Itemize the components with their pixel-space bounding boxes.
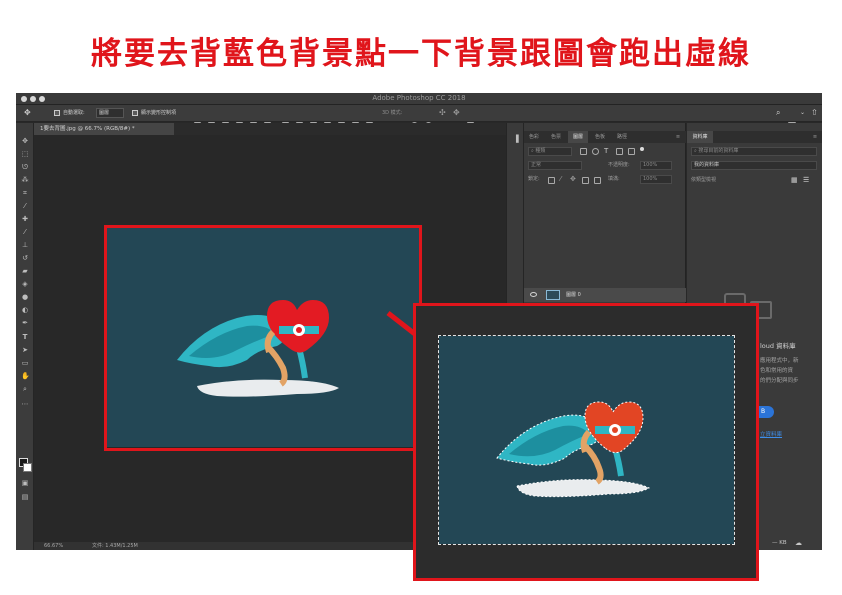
tab-color[interactable]: 色彩 <box>524 131 544 143</box>
filter-shape-icon[interactable] <box>616 148 623 155</box>
blur-tool-icon[interactable]: ● <box>21 293 29 301</box>
dodge-tool-icon[interactable]: ◐ <box>21 306 29 314</box>
screen-mode-icon[interactable]: ▤ <box>21 493 29 501</box>
history-brush-tool-icon[interactable]: ↺ <box>21 254 29 262</box>
opacity-label: 不透明度: <box>608 162 630 168</box>
grid-view-icon[interactable]: ▦ <box>791 175 798 185</box>
stamp-tool-icon[interactable]: ⊥ <box>21 241 29 249</box>
document-tab[interactable]: 1要去背圖.jpg @ 66.7% (RGB/8#) * <box>34 123 174 135</box>
tab-libraries[interactable]: 資料庫 <box>687 131 713 143</box>
lasso-tool-icon[interactable]: ᘎ <box>21 163 29 171</box>
selected-illustration <box>496 401 651 498</box>
eraser-tool-icon[interactable]: ▰ <box>21 267 29 275</box>
list-view-icon[interactable]: ☰ <box>803 175 809 185</box>
rectangle-tool-icon[interactable]: ▭ <box>21 359 29 367</box>
filter-type-icon[interactable]: T <box>604 146 608 156</box>
path-selection-tool-icon[interactable]: ➤ <box>21 346 29 354</box>
zoom-level[interactable]: 66.67% <box>44 542 63 550</box>
marquee-tool-icon[interactable]: ⬚ <box>21 150 29 158</box>
lock-all-icon[interactable] <box>594 177 601 184</box>
lock-image-icon[interactable]: ⁄ <box>560 174 561 184</box>
properties-panel-icon[interactable]: ▐ <box>512 135 520 143</box>
move-tool-icon[interactable]: ✥ <box>24 108 31 118</box>
lock-transparent-icon[interactable] <box>548 177 555 184</box>
transform-controls-checkbox[interactable] <box>132 110 138 116</box>
app-title: Adobe Photoshop CC 2018 <box>372 94 466 102</box>
crop-tool-icon[interactable]: ⌗ <box>21 189 29 197</box>
canvas-image-after-selection[interactable] <box>438 335 735 545</box>
panel-menu-icon[interactable]: ≡ <box>672 131 684 143</box>
layer-thumbnail <box>546 290 560 300</box>
library-size: — KB <box>772 540 787 546</box>
auto-select-checkbox[interactable] <box>54 110 60 116</box>
search-icon[interactable]: ⌕ <box>776 108 780 118</box>
fill-label: 填滿: <box>608 176 620 182</box>
brush-tool-icon[interactable]: ⁄ <box>21 228 29 236</box>
library-empty-line3: 的們分配與同步 <box>760 378 799 384</box>
library-select[interactable]: 我的資料庫 <box>691 161 817 170</box>
blend-mode-select[interactable]: 正常 <box>528 161 582 170</box>
chevron-down-icon[interactable]: ⌄ <box>800 108 805 118</box>
lock-label: 鎖定: <box>528 176 540 182</box>
headline-text: 將要去背藍色背景點一下背景跟圖會跑出虛線 <box>91 36 751 72</box>
mode-3d-label: 3D 模式: <box>382 110 403 116</box>
create-library-link[interactable]: 立資料庫 <box>760 430 782 438</box>
library-empty-line1: 應用程式中，新 <box>760 358 799 364</box>
cloud-status-icon: ☁ <box>795 539 802 547</box>
magic-wand-tool-icon[interactable]: ⁂ <box>21 176 29 184</box>
layer-name[interactable]: 圖層 0 <box>566 288 581 302</box>
library-empty-title: loud 資料庫 <box>760 342 796 350</box>
eyedropper-tool-icon[interactable]: ⁄ <box>21 202 29 210</box>
lock-position-icon[interactable]: ✥ <box>570 174 576 184</box>
tab-swatches[interactable]: 色票 <box>546 131 566 143</box>
transform-controls-label: 顯示變形控制項 <box>141 110 177 116</box>
more-tools-icon[interactable]: ⋯ <box>21 400 29 408</box>
lock-artboard-icon[interactable] <box>582 177 589 184</box>
tutorial-screenshot: 將要去背藍色背景點一下背景跟圖會跑出虛線 Adobe Photoshop CC … <box>0 0 842 595</box>
eye-icon[interactable] <box>530 292 537 297</box>
tab-paths[interactable]: 路徑 <box>612 131 632 143</box>
filter-toggle-icon[interactable] <box>640 147 644 151</box>
filter-kind-value: 種類 <box>535 148 546 154</box>
library-search-placeholder: 搜尋目前的資料庫 <box>698 148 739 154</box>
quick-mask-icon[interactable]: ▣ <box>21 479 29 487</box>
type-tool-icon[interactable]: T <box>21 333 29 341</box>
fill-input[interactable]: 100% <box>640 175 672 184</box>
document-tab-bar: 1要去背圖.jpg @ 66.7% (RGB/8#) * <box>34 123 518 135</box>
library-search-input[interactable]: ⌕ 搜尋目前的資料庫 <box>691 147 817 156</box>
panel-tabs: 色彩 色票 圖層 色板 路徑 ≡ <box>524 131 686 143</box>
filter-smart-object-icon[interactable] <box>628 148 635 155</box>
libraries-tabs: 資料庫 ≡ <box>687 131 822 143</box>
view-by-type-select[interactable]: 依類型檢視 <box>691 175 716 185</box>
layer-row[interactable]: 圖層 0 <box>524 288 686 302</box>
slide-3d-icon[interactable]: ✥ <box>453 108 460 118</box>
healing-brush-tool-icon[interactable]: ✚ <box>21 215 29 223</box>
auto-select-label: 自動選取: <box>63 110 85 116</box>
move-tool-icon[interactable]: ✥ <box>21 137 29 145</box>
tab-layers[interactable]: 圖層 <box>568 131 588 143</box>
filter-kind-select[interactable]: ⌕ 種類 <box>528 147 572 156</box>
pen-tool-icon[interactable]: ✒ <box>21 319 29 327</box>
library-empty-line2: 色和常用的資 <box>760 368 794 374</box>
hand-tool-icon[interactable]: ✋ <box>21 372 30 380</box>
share-icon[interactable]: ⇧ <box>811 108 818 118</box>
filter-adjustment-icon[interactable] <box>592 148 599 155</box>
title-bar: Adobe Photoshop CC 2018 <box>16 93 822 105</box>
paint-bucket-tool-icon[interactable]: ◈ <box>21 280 29 288</box>
options-bar: ✥ 自動選取: 圖層 顯示變形控制項 3D 模式: ✣ ✥ ⌕ ⌄ ⇧ <box>16 105 822 129</box>
zoom-tool-icon[interactable]: ⌕ <box>21 385 29 393</box>
highlight-frame-before <box>104 225 422 451</box>
tools-panel: ✥ ⬚ ᘎ ⁂ ⌗ ⁄ ✚ ⁄ ⊥ ↺ ▰ ◈ ● ◐ ✒ T ➤ ▭ ✋ ⌕ … <box>16 123 34 550</box>
background-color-swatch[interactable] <box>23 463 32 472</box>
panel-menu-icon[interactable]: ≡ <box>809 131 821 143</box>
pan-3d-icon[interactable]: ✣ <box>439 108 446 118</box>
doc-info: 文件: 1.43M/1.25M <box>92 543 138 549</box>
auto-select-dropdown[interactable]: 圖層 <box>96 108 124 118</box>
filter-pixel-icon[interactable] <box>580 148 587 155</box>
opacity-input[interactable]: 100% <box>640 161 672 170</box>
tab-channels[interactable]: 色板 <box>590 131 610 143</box>
